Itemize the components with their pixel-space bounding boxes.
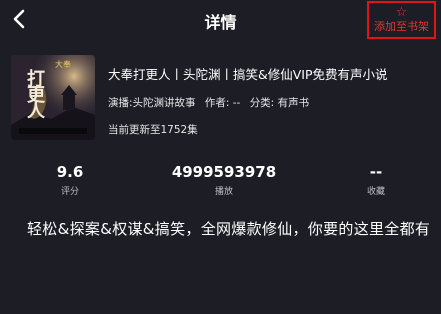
- cover-subtitle-text: 大奉: [55, 60, 71, 69]
- top-bar: 详情 ☆ 添加至书架: [0, 0, 441, 40]
- plays-value: 4999593978: [171, 163, 277, 181]
- rating-value: 9.6: [56, 163, 84, 181]
- star-outline-icon: ☆: [395, 5, 408, 20]
- category-text: 分类: 有声书: [249, 97, 310, 109]
- narrator-text: 演播:头陀渊讲故事: [108, 97, 196, 109]
- book-description: 轻松&探案&权谋&搞笑，全网爆款修仙，你要的这里全都有: [27, 220, 431, 238]
- cover-title-text: 打更人: [24, 69, 45, 117]
- plays-stat: 4999593978 播放: [168, 163, 280, 197]
- add-to-bookshelf-button[interactable]: ☆ 添加至书架: [367, 1, 436, 39]
- favorites-label: 收藏: [366, 187, 385, 197]
- book-meta: 演播:头陀渊讲故事 作者: -- 分类: 有声书: [108, 95, 315, 110]
- favorites-stat: -- 收藏: [346, 163, 406, 197]
- plays-label: 播放: [214, 187, 233, 197]
- rating-stat: 9.6 评分: [40, 163, 100, 197]
- book-title: 大奉打更人丨头陀渊丨搞笑&修仙VIP免费有声小说: [108, 67, 388, 82]
- book-cover-image[interactable]: 打更人 大奉: [11, 55, 95, 140]
- author-text: 作者: --: [204, 97, 241, 109]
- add-to-bookshelf-label: 添加至书架: [374, 20, 429, 33]
- rating-label: 评分: [60, 187, 79, 197]
- update-status: 当前更新至1752集: [108, 124, 198, 136]
- favorites-value: --: [369, 163, 383, 181]
